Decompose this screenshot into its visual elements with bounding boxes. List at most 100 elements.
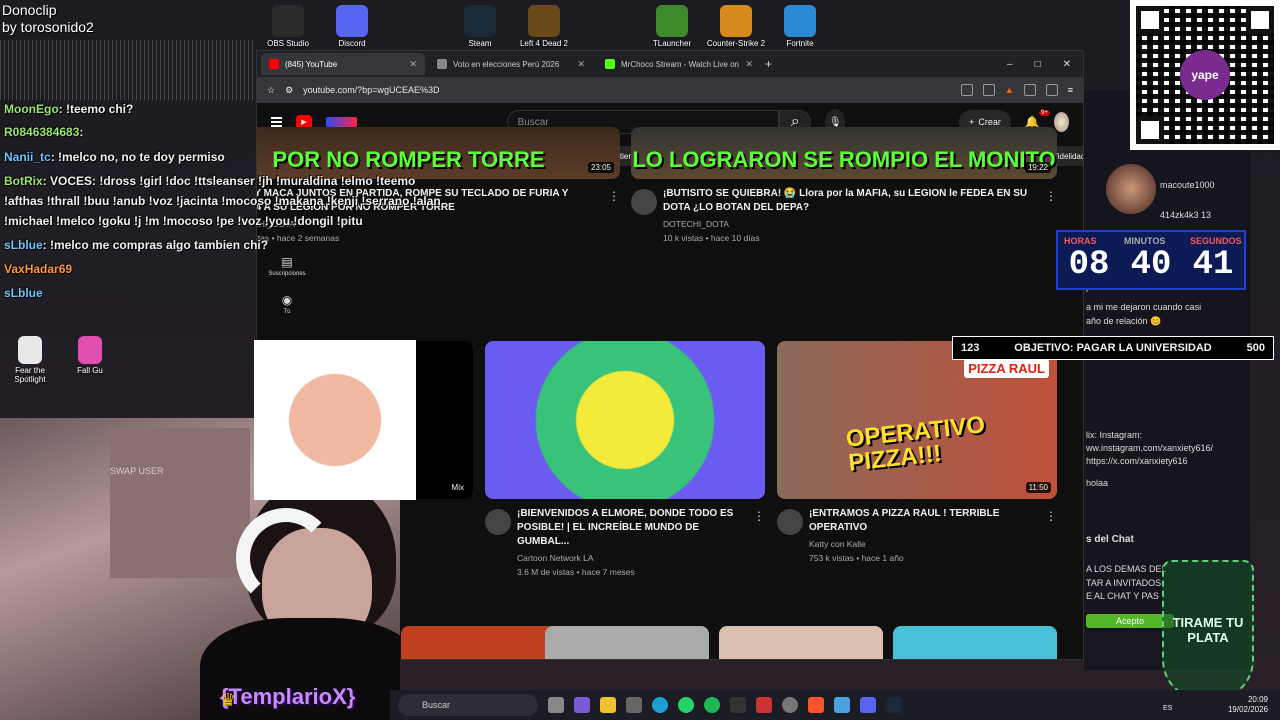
system-clock[interactable]: 20:09 19/02/2026	[1228, 695, 1280, 715]
qr-corner	[1246, 6, 1274, 34]
chat-username[interactable]: MoonEgo	[4, 102, 59, 116]
nav-item[interactable]: ◉ Tú	[257, 293, 317, 315]
create-label: Crear	[978, 117, 1001, 127]
channel-avatar[interactable]	[631, 189, 657, 215]
desktop-icon-label: Steam	[468, 39, 492, 48]
file-explorer-icon[interactable]	[600, 697, 616, 713]
chat-message: https://x.com/xanxiety616	[1086, 456, 1188, 466]
chat-username[interactable]: R0846384683	[4, 125, 79, 139]
tab-close-icon[interactable]: ✕	[409, 59, 417, 70]
video-thumbnail[interactable]	[893, 626, 1057, 659]
more-options-icon[interactable]: ⋮	[608, 189, 620, 203]
timer-seconds: 41	[1192, 246, 1234, 284]
sidebar-icon[interactable]	[1045, 84, 1058, 96]
discord-taskbar-icon[interactable]	[860, 697, 876, 713]
red-app-icon[interactable]	[756, 697, 772, 713]
store-icon[interactable]	[626, 697, 642, 713]
taskbar-search[interactable]: Buscar	[398, 694, 538, 716]
video-thumbnail[interactable]	[485, 341, 765, 499]
task-view-icon[interactable]	[548, 697, 564, 713]
video-duration: 11:50	[1025, 482, 1051, 493]
video-card[interactable]: OPERATIVO PIZZA!!! PIZZA RAUL 11:50 ¡ENTRAM…	[777, 341, 1057, 565]
new-tab-button[interactable]: +	[765, 57, 772, 71]
settings-icon[interactable]	[782, 697, 798, 713]
video-thumbnail[interactable]	[719, 626, 883, 659]
channel-name[interactable]: Cartoon Network LA	[517, 551, 741, 565]
goal-current: 123	[961, 342, 980, 354]
desktop-icon[interactable]: Fear the Spotlight	[0, 336, 60, 384]
channel-name[interactable]: DOTECHI_DOTA	[663, 217, 1033, 231]
chat-message: año de relación 😊	[1086, 316, 1162, 326]
edge-icon[interactable]	[652, 697, 668, 713]
desktop-icon[interactable]: Left 4 Dead 2	[512, 5, 576, 48]
app-icon	[18, 336, 42, 364]
bookmark-icon[interactable]: ☆	[267, 85, 275, 96]
video-title[interactable]: ¡BIENVENIDOS A ELMORE, DONDE TODO ES POS…	[517, 507, 741, 549]
capcut-icon[interactable]	[730, 697, 746, 713]
more-options-icon[interactable]: ⋮	[753, 509, 765, 523]
qr-corner	[1136, 6, 1164, 34]
chat-message: !michael !melco !goku !j !m !mocoso !pe …	[4, 214, 363, 228]
desktop-icon[interactable]: Discord	[320, 5, 384, 48]
video-title[interactable]: ¡BUTISITO SE QUIEBRA! 😭 Llora por la MAF…	[663, 187, 1033, 215]
desktop-icon[interactable]: Counter-Strike 2	[704, 5, 768, 48]
accept-button[interactable]: Acepto	[1086, 614, 1175, 628]
more-options-icon[interactable]: ⋮	[1045, 189, 1057, 203]
minimize-icon[interactable]: –	[1007, 59, 1013, 70]
video-card[interactable]: ¡BIENVENIDOS A ELMORE, DONDE TODO ES POS…	[485, 341, 765, 579]
site-info-icon[interactable]: ⚙	[285, 85, 293, 96]
chat-username[interactable]: sLblue	[4, 286, 43, 300]
cast-icon[interactable]	[960, 84, 973, 96]
spotify-icon[interactable]	[704, 697, 720, 713]
browser-tab[interactable]: MrChoco Stream - Watch Live on Kick ✕	[597, 53, 761, 75]
steam-taskbar-icon[interactable]	[886, 697, 902, 713]
menu-icon[interactable]: ≡	[1068, 85, 1073, 95]
tab-label: MrChoco Stream - Watch Live on Kick	[621, 59, 739, 69]
browser-tab[interactable]: Voto en elecciones Perú 2026 ✕	[429, 53, 593, 75]
timer-minutes: 40	[1130, 246, 1172, 284]
brave-icon[interactable]	[808, 697, 824, 713]
app-icon	[720, 5, 752, 37]
channel-avatar[interactable]	[485, 509, 511, 535]
desktop-icon[interactable]: OBS Studio	[256, 5, 320, 48]
extensions-icon[interactable]	[1023, 84, 1036, 96]
share-icon[interactable]	[982, 84, 995, 96]
copilot-icon[interactable]	[574, 697, 590, 713]
desktop-icon[interactable]: Fortnite	[768, 5, 832, 48]
notepad-icon[interactable]	[834, 697, 850, 713]
close-icon[interactable]: ✕	[1063, 59, 1071, 70]
chat-username[interactable]: BotRix	[4, 174, 43, 188]
audio-visualizer	[0, 40, 255, 100]
channel-name[interactable]: Katty con Kalle	[809, 537, 1033, 551]
language-indicator[interactable]: ES	[1163, 705, 1172, 712]
chat-text: : !teemo chi?	[58, 102, 134, 116]
video-title[interactable]: ¡ENTRAMOS A PIZZA RAUL ! TERRIBLE OPERAT…	[809, 507, 1033, 535]
url-field[interactable]: youtube.com/?bp=wgUCEAE%3D	[303, 85, 951, 95]
qr-pattern: yape	[1136, 6, 1274, 144]
chat-message: macoute1000	[1160, 180, 1215, 190]
channel-avatar[interactable]	[777, 509, 803, 535]
chat-username[interactable]: VaxHadar69	[4, 262, 72, 276]
maximize-icon[interactable]: □	[1035, 59, 1041, 70]
more-options-icon[interactable]: ⋮	[1045, 509, 1057, 523]
desktop-icon[interactable]: Fall Gu	[60, 336, 120, 375]
whatsapp-icon[interactable]	[678, 697, 694, 713]
brave-shield-icon[interactable]: ▲	[1005, 85, 1014, 95]
chat-username[interactable]: sLblue	[4, 238, 43, 252]
video-card[interactable]: LO LOGRARON SE ROMPIO EL MONITO 19:22 ¡BUT…	[631, 127, 1057, 245]
tab-close-icon[interactable]: ✕	[577, 59, 585, 70]
video-thumbnail[interactable]	[545, 626, 709, 659]
desktop-icon[interactable]: TLauncher	[640, 5, 704, 48]
video-thumbnail[interactable]	[401, 626, 565, 659]
app-icon	[464, 5, 496, 37]
tab-close-icon[interactable]: ✕	[745, 59, 753, 70]
hamburger-menu-icon[interactable]	[271, 117, 282, 127]
chat-username[interactable]: Nanii_tc	[4, 150, 51, 164]
video-thumbnail[interactable]: POR NO ROMPER TORRE 23:05	[257, 127, 620, 179]
video-thumbnail[interactable]: LO LOGRARON SE ROMPIO EL MONITO 19:22	[631, 127, 1057, 179]
desktop-icon[interactable]: Steam	[448, 5, 512, 48]
browser-tab[interactable]: (845) YouTube ✕	[261, 53, 425, 75]
nav-item[interactable]: ▤ Suscripciones	[257, 255, 317, 277]
desktop-icon-label: Discord	[338, 39, 366, 48]
video-thumbnail[interactable]: OPERATIVO PIZZA!!! PIZZA RAUL 11:50	[777, 341, 1057, 499]
